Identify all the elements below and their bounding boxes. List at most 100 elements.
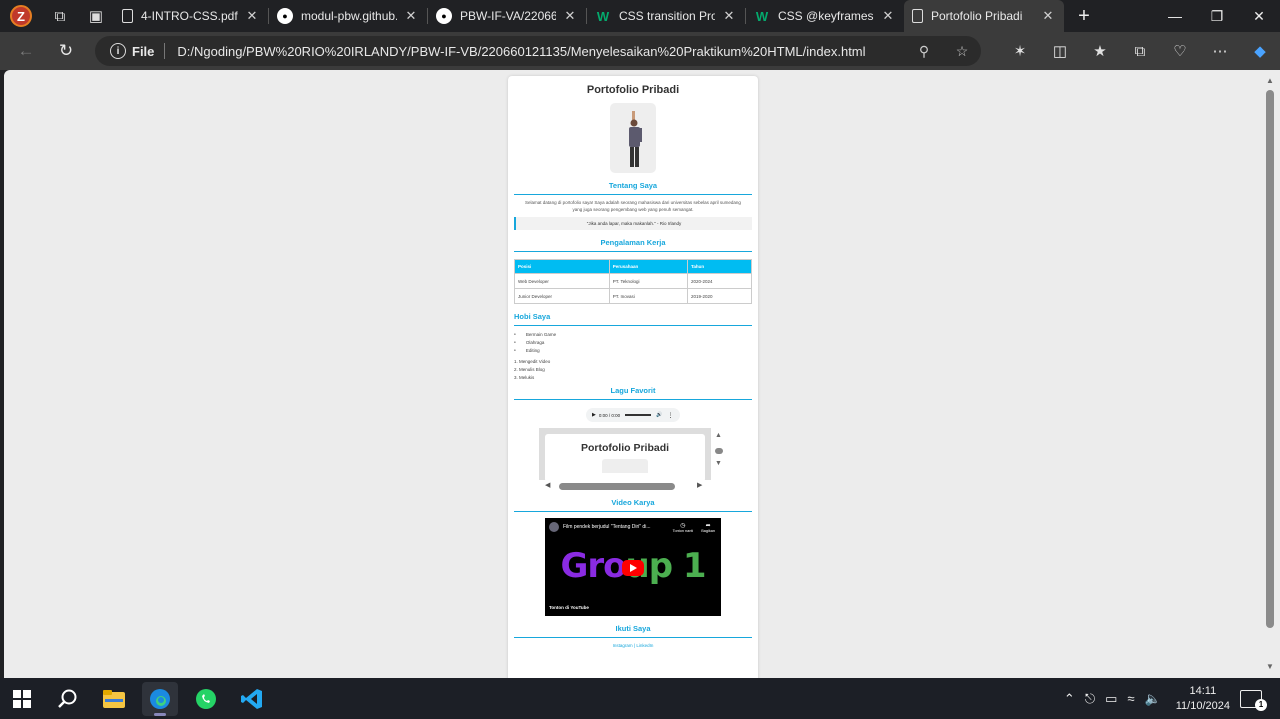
workspaces-icon[interactable]: ⧉ [42,8,78,25]
table-row: Junior Developer PT. Inovasi 2019-2020 [514,288,752,304]
play-button-icon[interactable] [622,560,644,576]
scroll-left-icon[interactable]: ◀ [545,481,550,489]
table-cell: Web Developer [514,273,610,289]
edge-icon [150,689,170,709]
copilot-icon[interactable]: ◆ [1240,42,1280,60]
list-item: 3. Melukis [514,375,535,380]
health-icon[interactable]: ♡ [1160,42,1200,60]
close-icon[interactable]: ✕ [1040,8,1056,24]
clock[interactable]: 14:11 11/10/2024 [1176,684,1230,714]
audio-menu-icon[interactable]: ⋮ [667,412,673,419]
search-icon[interactable] [50,682,86,716]
scroll-up-icon[interactable]: ▲ [1266,76,1274,85]
close-window-icon[interactable]: ✕ [1238,0,1280,32]
embedded-iframe[interactable]: Portofolio Pribadi ▲ ▼ ◀ ▶ [539,428,727,492]
tab-pdf[interactable]: 4-INTRO-CSS.pdf ✕ [114,0,268,32]
table-cell: PT. Teknologi [608,273,689,289]
refresh-icon[interactable]: ↻ [46,41,86,61]
quote-block: "Jika anda lapar, maka makanlah." - Rio … [514,217,752,230]
wifi-icon[interactable]: ≈ [1127,691,1134,706]
folder-icon [103,690,125,708]
url-text[interactable]: D:/Ngoding/PBW%20RIO%20IRLANDY/PBW-IF-VB… [177,44,905,59]
scroll-thumb[interactable] [1266,90,1274,628]
tab-css-keyframes[interactable]: W CSS @keyframes Ru ✕ [746,0,904,32]
watch-later-label: Tonton nanti [672,529,694,533]
pdf-icon [122,9,133,23]
vscode-taskbar-icon[interactable] [234,682,270,716]
close-icon[interactable]: ✕ [403,8,419,24]
new-tab-icon[interactable]: + [1064,5,1104,28]
battery-icon[interactable]: ▭ [1105,691,1117,707]
whatsapp-taskbar-icon[interactable] [188,682,224,716]
page-icon [912,9,923,23]
volume-icon[interactable]: 🔊 [656,412,662,418]
tab-pbw-if-va[interactable]: ● PBW-IF-VA/2206601 ✕ [428,0,586,32]
favorite-star-icon[interactable]: ☆ [943,43,981,60]
activity-list: 1. Mengedit Video 2. Menulis Blog 3. Mel… [514,358,752,382]
taskbar: ⌃ ⎋ ▭ ≈ 🔈 14:11 11/10/2024 1 [0,678,1280,719]
split-screen-icon[interactable]: ◫ [1040,42,1080,60]
about-heading: Tentang Saya [514,181,752,195]
start-icon[interactable] [4,682,40,716]
tab-title: PBW-IF-VA/2206601 [460,9,556,23]
audio-player[interactable]: ▶ 0:00 / 0:00 🔊 ⋮ [586,408,680,422]
tab-actions-icon[interactable]: ▣ [78,7,114,25]
scroll-down-icon[interactable]: ▼ [1266,662,1274,671]
scroll-up-icon[interactable]: ▲ [715,432,722,439]
scroll-down-icon[interactable]: ▼ [715,460,722,467]
tab-modul-pbw[interactable]: ● modul-pbw.github.io ✕ [269,0,427,32]
w3schools-icon: W [596,8,610,24]
hobbies-heading: Hobi Saya [514,312,752,326]
share-button[interactable]: ➦ Bagikan [701,522,715,533]
iframe-horizontal-scrollbar[interactable]: ◀ ▶ [539,480,727,492]
iframe-title: Portofolio Pribadi [580,442,670,454]
file-explorer-icon[interactable] [96,682,132,716]
youtube-embed[interactable]: Film pendek berjudul "Tentang Diri" di..… [545,518,721,616]
iframe-content: Portofolio Pribadi [545,434,705,482]
tab-portofolio[interactable]: Portofolio Pribadi ✕ [904,0,1064,32]
scroll-thumb[interactable] [559,483,675,490]
scroll-thumb[interactable] [715,448,723,454]
watch-on-youtube[interactable]: Tonton di YouTube [549,605,589,610]
info-icon[interactable]: i [110,43,126,59]
channel-avatar[interactable] [549,522,559,532]
edge-taskbar-icon[interactable] [142,682,178,716]
share-icon: ➦ [705,523,711,529]
chevron-up-icon[interactable]: ⌃ [1064,691,1075,707]
github-icon: ● [277,8,293,24]
watch-later-button[interactable]: ◷ Tonton nanti [673,522,694,533]
volume-icon[interactable]: 🔈 [1145,691,1161,707]
scroll-right-icon[interactable]: ▶ [697,481,702,489]
tab-css-transition[interactable]: W CSS transition Prope ✕ [587,0,745,32]
close-icon[interactable]: ✕ [562,8,578,24]
share-label: Bagikan [701,529,715,533]
video-title[interactable]: Film pendek berjudul "Tentang Diri" di..… [563,524,650,530]
address-bar[interactable]: i File D:/Ngoding/PBW%20RIO%20IRLANDY/PB… [95,36,981,66]
back-icon[interactable]: ← [6,41,46,61]
portfolio-card: Portofolio Pribadi Tentang Saya Selamat … [508,76,758,678]
zoom-icon[interactable]: ⚲ [905,43,943,60]
clock-time: 14:11 [1189,684,1217,697]
audio-progress[interactable] [625,414,652,416]
minimize-icon[interactable]: — [1154,0,1196,32]
collections-icon[interactable]: ⧉ [1120,43,1160,60]
notification-icon[interactable]: 1 [1240,689,1267,711]
restore-icon[interactable]: ❐ [1196,0,1238,32]
scheme-label: File [132,43,155,59]
table-cell: 2020-2024 [687,273,752,289]
close-icon[interactable]: ✕ [880,8,896,24]
close-icon[interactable]: ✕ [244,8,260,24]
extensions-icon[interactable]: ✶ [1000,42,1040,60]
social-links[interactable]: Instagram | LinkedIn [514,643,752,648]
play-icon[interactable]: ▶ [592,412,596,418]
meet-icon[interactable]: ⎋ [1085,691,1095,707]
page-scrollbar[interactable]: ▲ ▼ [1262,70,1280,678]
iframe-vertical-scrollbar[interactable]: ▲ ▼ [711,428,727,480]
person-figure [629,111,642,167]
more-menu-icon[interactable]: ⋯ [1200,42,1240,60]
browser-profile-icon[interactable]: Z [0,5,42,27]
close-icon[interactable]: ✕ [721,8,737,24]
column-header: Perusahaan [608,259,689,274]
favorites-icon[interactable]: ★ [1080,42,1120,60]
tab-title: 4-INTRO-CSS.pdf [141,9,238,23]
